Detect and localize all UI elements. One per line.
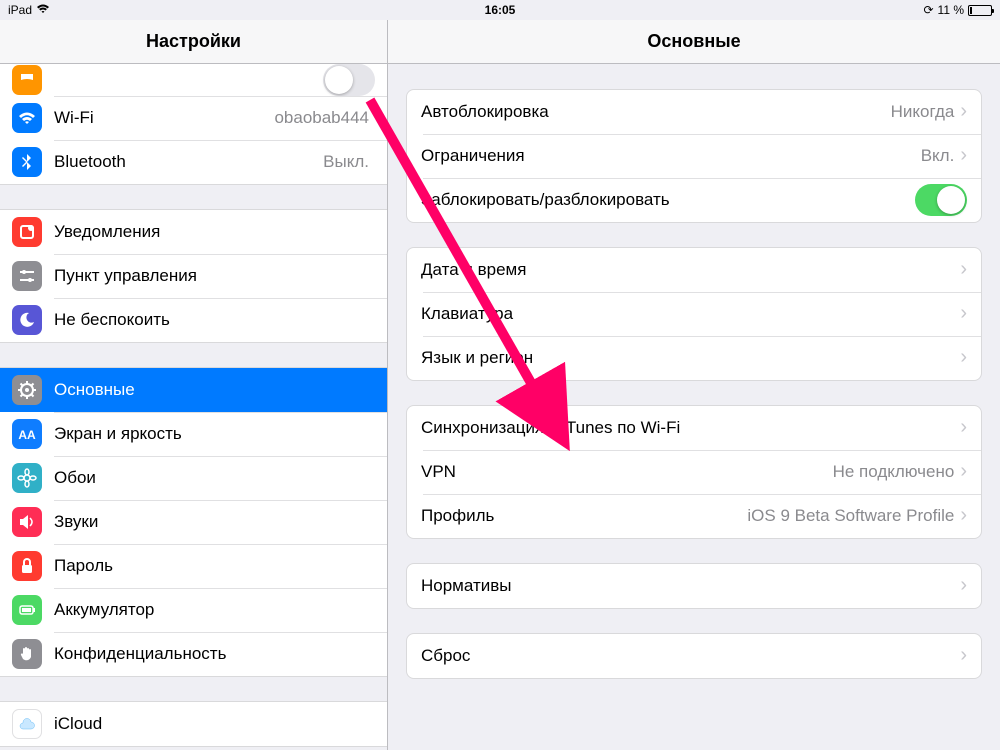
detail-row-label: Клавиатура <box>421 304 960 324</box>
detail-row-value: Вкл. <box>921 146 955 166</box>
detail-row-label: Дата и время <box>421 260 960 280</box>
sidebar-item-экран-и-яркость[interactable]: AA Экран и яркость <box>0 412 387 456</box>
sidebar-item-value: Выкл. <box>323 152 369 172</box>
speaker-icon <box>12 507 42 537</box>
moon-icon <box>12 305 42 335</box>
detail-pane: Основные АвтоблокировкаНикогда›Ограничен… <box>388 20 1000 750</box>
sidebar-item-icloud[interactable]: iCloud <box>0 702 387 746</box>
battery-icon <box>968 5 992 16</box>
chevron-right-icon: › <box>960 461 967 484</box>
detail-row-заблокировать-разблокировать[interactable]: Заблокировать/разблокировать <box>407 178 981 222</box>
detail-row-label: VPN <box>421 462 833 482</box>
chevron-right-icon: › <box>960 101 967 124</box>
sidebar-item-уведомления[interactable]: Уведомления <box>0 210 387 254</box>
sidebar-item-label: Аккумулятор <box>54 600 375 620</box>
svg-text:AA: AA <box>18 428 36 442</box>
detail-row-дата-и-время[interactable]: Дата и время› <box>407 248 981 292</box>
aa-icon: AA <box>12 419 42 449</box>
sidebar-item-label: Уведомления <box>54 222 375 242</box>
detail-row-автоблокировка[interactable]: АвтоблокировкаНикогда› <box>407 90 981 134</box>
sidebar-item-label: Wi-Fi <box>54 108 274 128</box>
sidebar-item-конфиденциальность[interactable]: Конфиденциальность <box>0 632 387 676</box>
detail-row-label: Синхронизация с iTunes по Wi-Fi <box>421 418 960 438</box>
detail-row-label: Сброс <box>421 646 960 666</box>
chevron-right-icon: › <box>960 505 967 528</box>
detail-row-label: Язык и регион <box>421 348 960 368</box>
wifi-status-icon <box>36 3 50 17</box>
clock: 16:05 <box>485 3 516 17</box>
wifi-icon <box>12 103 42 133</box>
sidebar-item-label: Обои <box>54 468 375 488</box>
sidebar-item-label: Пункт управления <box>54 266 375 286</box>
detail-row-язык-и-регион[interactable]: Язык и регион› <box>407 336 981 380</box>
sidebar-item-основные[interactable]: Основные <box>0 368 387 412</box>
sidebar-item-label: Конфиденциальность <box>54 644 375 664</box>
toggle-switch[interactable] <box>915 184 967 216</box>
chevron-right-icon: › <box>960 259 967 282</box>
sidebar-item-пароль[interactable]: Пароль <box>0 544 387 588</box>
sidebar-item-звуки[interactable]: Звуки <box>0 500 387 544</box>
status-bar: iPad 16:05 ⟳ 11 % <box>0 0 1000 20</box>
sidebar-item-label: iCloud <box>54 714 375 734</box>
sidebar-item-обои[interactable]: Обои <box>0 456 387 500</box>
sidebar-item-bluetooth[interactable]: BluetoothВыкл. <box>0 140 387 184</box>
gear-icon <box>12 375 42 405</box>
settings-sidebar: Настройки Wi-Fiobaobab444BluetoothВыкл.У… <box>0 20 388 750</box>
toggle-switch[interactable] <box>323 64 375 96</box>
hand-icon <box>12 639 42 669</box>
chevron-right-icon: › <box>960 417 967 440</box>
bluetooth-icon <box>12 147 42 177</box>
detail-row-label: Нормативы <box>421 576 960 596</box>
sidebar-item-label: Пароль <box>54 556 375 576</box>
sidebar-item-не-беспокоить[interactable]: Не беспокоить <box>0 298 387 342</box>
controls-icon <box>12 261 42 291</box>
lock-icon <box>12 551 42 581</box>
detail-row-label: Автоблокировка <box>421 102 891 122</box>
detail-row-клавиатура[interactable]: Клавиатура› <box>407 292 981 336</box>
flower-icon <box>12 463 42 493</box>
rotation-lock-icon: ⟳ <box>923 3 933 17</box>
sidebar-item-аккумулятор[interactable]: Аккумулятор <box>0 588 387 632</box>
bell-icon <box>12 217 42 247</box>
sidebar-item-label: Звуки <box>54 512 375 532</box>
detail-row-label: Заблокировать/разблокировать <box>421 190 915 210</box>
battery-icon <box>12 595 42 625</box>
battery-percentage: 11 % <box>938 3 964 17</box>
detail-row-label: Ограничения <box>421 146 921 166</box>
chevron-right-icon: › <box>960 575 967 598</box>
sidebar-item-label: Экран и яркость <box>54 424 375 444</box>
sidebar-title: Настройки <box>0 20 387 64</box>
detail-row-ограничения[interactable]: ОграниченияВкл.› <box>407 134 981 178</box>
sidebar-item-label: Bluetooth <box>54 152 323 172</box>
detail-row-label: Профиль <box>421 506 747 526</box>
chevron-right-icon: › <box>960 347 967 370</box>
device-label: iPad <box>8 3 32 17</box>
detail-row-value: iOS 9 Beta Software Profile <box>747 506 954 526</box>
sidebar-item-пункт-управления[interactable]: Пункт управления <box>0 254 387 298</box>
detail-row-value: Никогда <box>891 102 955 122</box>
detail-row-vpn[interactable]: VPNНе подключено› <box>407 450 981 494</box>
sidebar-item-label: Основные <box>54 380 375 400</box>
detail-row-профиль[interactable]: ПрофильiOS 9 Beta Software Profile › <box>407 494 981 538</box>
detail-row-синхронизация-с-itunes-по-wi-fi[interactable]: Синхронизация с iTunes по Wi-Fi› <box>407 406 981 450</box>
detail-title: Основные <box>388 20 1000 64</box>
sidebar-item-label: Не беспокоить <box>54 310 375 330</box>
cloud-icon <box>12 709 42 739</box>
detail-row-value: Не подключено <box>833 462 955 482</box>
sidebar-item-value: obaobab444 <box>274 108 369 128</box>
sidebar-item-toggle[interactable] <box>0 64 387 96</box>
chevron-right-icon: › <box>960 145 967 168</box>
chevron-right-icon: › <box>960 645 967 668</box>
detail-row-нормативы[interactable]: Нормативы› <box>407 564 981 608</box>
toggle-icon <box>12 65 42 95</box>
chevron-right-icon: › <box>960 303 967 326</box>
sidebar-item-wi-fi[interactable]: Wi-Fiobaobab444 <box>0 96 387 140</box>
detail-row-сброс[interactable]: Сброс› <box>407 634 981 678</box>
